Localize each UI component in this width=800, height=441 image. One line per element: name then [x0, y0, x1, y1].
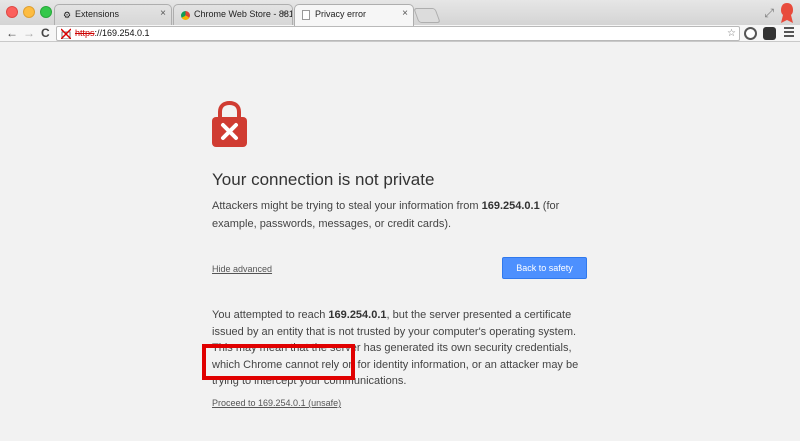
- proceed-unsafe-link[interactable]: Proceed to 169.254.0.1 (unsafe): [212, 398, 341, 408]
- tab-label: Chrome Web Store - 8810: [194, 9, 293, 19]
- toolbar: ← → C https://169.254.0.1 ☆: [0, 25, 800, 42]
- close-icon[interactable]: ×: [160, 8, 166, 19]
- host-name: 169.254.0.1: [328, 309, 387, 321]
- star-icon[interactable]: ☆: [727, 27, 736, 40]
- details-text-part: You attempted to reach: [212, 309, 329, 321]
- menu-icon[interactable]: [784, 27, 794, 37]
- tab-label: Privacy error: [315, 9, 367, 19]
- lock-warning-icon: [212, 101, 247, 147]
- back-button[interactable]: ←: [6, 26, 18, 40]
- close-window-button[interactable]: [6, 6, 18, 18]
- tab-extensions[interactable]: ⚙ Extensions ×: [54, 4, 172, 26]
- url-text: https://169.254.0.1: [75, 27, 150, 40]
- fullscreen-icon[interactable]: ⤢: [764, 6, 774, 21]
- tab-strip: ⚙ Extensions × Chrome Web Store - 8810 ×…: [0, 0, 800, 26]
- forward-button[interactable]: →: [23, 26, 35, 40]
- page-icon: [302, 10, 310, 20]
- interstitial-page: Your connection is not private Attackers…: [0, 43, 800, 441]
- host-name: 169.254.0.1: [481, 200, 540, 212]
- url-scheme: https: [75, 28, 95, 38]
- new-tab-button[interactable]: [413, 8, 441, 23]
- page-title: Your connection is not private: [212, 170, 435, 189]
- puzzle-icon: ⚙: [62, 10, 72, 20]
- extension-icon[interactable]: [744, 27, 757, 40]
- close-icon[interactable]: ×: [402, 8, 408, 19]
- minimize-window-button[interactable]: [23, 6, 35, 18]
- tab-web-store[interactable]: Chrome Web Store - 8810 ×: [173, 4, 293, 26]
- browser-window: ⚙ Extensions × Chrome Web Store - 8810 ×…: [0, 0, 800, 441]
- hide-advanced-link[interactable]: Hide advanced: [212, 264, 272, 274]
- address-bar[interactable]: https://169.254.0.1 ☆: [56, 26, 740, 41]
- url-host: ://169.254.0.1: [94, 28, 150, 38]
- tab-label: Extensions: [75, 9, 120, 19]
- broken-lock-icon[interactable]: [61, 28, 71, 39]
- back-to-safety-button[interactable]: Back to safety: [502, 257, 587, 279]
- highlight-annotation: [202, 344, 355, 380]
- tab-privacy-error[interactable]: Privacy error ×: [294, 4, 414, 26]
- zoom-window-button[interactable]: [40, 6, 52, 18]
- profile-icon[interactable]: [780, 3, 794, 23]
- webstore-icon: [181, 11, 190, 20]
- intro-text-part: Attackers might be trying to steal your …: [212, 200, 482, 212]
- intro-text: Attackers might be trying to steal your …: [212, 197, 592, 233]
- reload-button[interactable]: C: [41, 26, 50, 40]
- close-icon[interactable]: ×: [281, 8, 287, 19]
- extension-icon[interactable]: [763, 27, 776, 40]
